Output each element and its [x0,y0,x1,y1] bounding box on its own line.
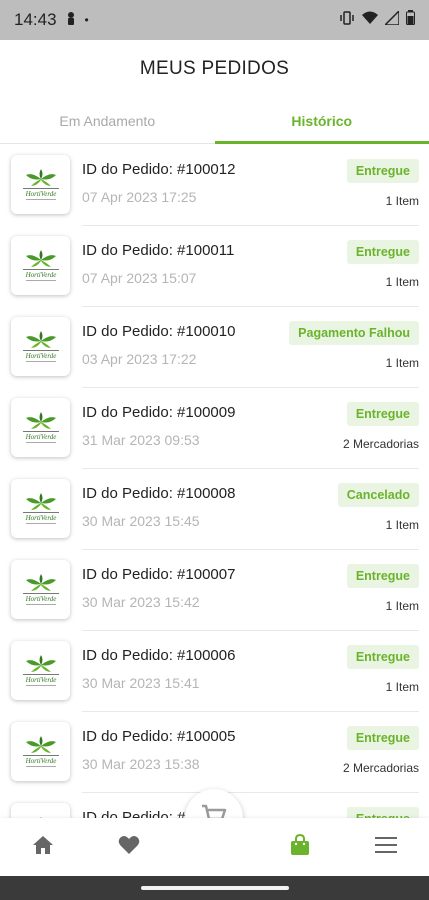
svg-text:HortiVerde: HortiVerde [24,271,56,279]
status-badge: Entregue [346,726,419,750]
order-id: ID do Pedido: #100012 [82,161,236,178]
page-title: MEUS PEDIDOS [139,58,290,79]
store-logo: HortiVerde [11,722,70,781]
item-count: 1 Item [385,518,419,532]
menu-icon [375,836,398,858]
bottom-nav [0,818,429,876]
order-id: ID do Pedido: #100005 [82,728,236,745]
status-badge: Entregue [346,240,419,264]
item-count: 2 Mercadorias [342,437,419,451]
order-row[interactable]: HortiVerde ID do Pedido: #100005 30 Mar … [0,712,429,793]
order-date: 30 Mar 2023 15:38 [82,756,200,772]
heart-icon [118,835,140,860]
order-id: ID do Pedido: #100007 [82,566,236,583]
gesture-handle[interactable] [140,886,289,890]
order-date: 30 Mar 2023 15:41 [82,675,200,691]
shopping-bag-icon [290,833,310,861]
tab-historico[interactable]: Histórico [214,98,429,144]
status-dot: • [84,13,89,27]
status-badge: Cancelado [337,483,419,507]
notification-icon [65,10,77,30]
order-date: 30 Mar 2023 15:42 [82,594,200,610]
nav-menu[interactable] [356,818,416,876]
order-date: 07 Apr 2023 17:25 [82,189,197,205]
nav-orders[interactable] [270,818,330,876]
order-row[interactable]: HortiVerde ID do Pedido: #100012 07 Apr … [0,145,429,226]
svg-text:HortiVerde: HortiVerde [24,676,56,684]
nav-home[interactable] [13,818,73,876]
status-badge: Entregue [346,564,419,588]
vibrate-icon [339,10,355,30]
order-row[interactable]: HortiVerde ID do Pedido: #100009 31 Mar … [0,388,429,469]
signal-icon [383,8,400,30]
nav-cart-spacer [184,818,244,876]
app-header: MEUS PEDIDOS [0,40,429,98]
home-icon [32,835,54,860]
store-logo: HortiVerde [11,398,70,457]
svg-text:HortiVerde: HortiVerde [24,514,56,522]
nav-favorites[interactable] [99,818,159,876]
store-logo: HortiVerde [11,560,70,619]
gesture-bar [0,876,429,900]
store-logo: HortiVerde [11,317,70,376]
svg-text:HortiVerde: HortiVerde [24,352,56,360]
status-time: 14:43 [14,10,57,29]
order-date: 07 Apr 2023 15:07 [82,270,197,286]
wifi-icon [362,11,378,29]
status-left: 14:43 • [14,10,89,30]
tab-em-andamento[interactable]: Em Andamento [0,98,215,143]
order-id: ID do Pedido: #100009 [82,404,236,421]
order-id: ID do Pedido: #100011 [82,242,235,259]
order-tabs: Em Andamento Histórico [0,98,429,144]
status-bar: 14:43 • [0,0,429,40]
svg-text:HortiVerde: HortiVerde [24,595,56,603]
order-row[interactable]: HortiVerde ID do Pedido: #100010 03 Apr … [0,307,429,388]
item-count: 2 Mercadorias [342,761,419,775]
svg-text:HortiVerde: HortiVerde [24,757,56,765]
order-id: ID do Pedido: #100010 [82,323,236,340]
order-list: HortiVerde ID do Pedido: #100012 07 Apr … [0,145,429,820]
store-logo: HortiVerde [11,155,70,214]
status-badge: Entregue [346,645,419,669]
svg-text:HortiVerde: HortiVerde [24,433,56,441]
item-count: 1 Item [385,356,419,370]
order-date: 31 Mar 2023 09:53 [82,432,200,448]
order-row[interactable]: HortiVerde ID do Pedido: #100008 30 Mar … [0,469,429,550]
item-count: 1 Item [385,599,419,613]
item-count: 1 Item [385,194,419,208]
status-badge: Entregue [346,402,419,426]
battery-icon [406,10,415,30]
item-count: 1 Item [385,680,419,694]
order-row[interactable]: HortiVerde ID do Pedido: #100006 30 Mar … [0,631,429,712]
status-badge: Pagamento Falhou [289,321,419,345]
order-date: 30 Mar 2023 15:45 [82,513,200,529]
item-count: 1 Item [385,275,419,289]
store-logo: HortiVerde [11,641,70,700]
order-row[interactable]: HortiVerde ID do Pedido: #100007 30 Mar … [0,550,429,631]
order-id: ID do Pedido: #100006 [82,647,236,664]
order-id: ID do Pedido: #100008 [82,485,236,502]
status-badge: Entregue [346,159,419,183]
order-row[interactable]: HortiVerde ID do Pedido: #100011 07 Apr … [0,226,429,307]
store-logo: HortiVerde [11,236,70,295]
status-right [339,8,415,30]
order-date: 03 Apr 2023 17:22 [82,351,197,367]
store-logo: HortiVerde [11,479,70,538]
svg-text:HortiVerde: HortiVerde [24,190,56,198]
